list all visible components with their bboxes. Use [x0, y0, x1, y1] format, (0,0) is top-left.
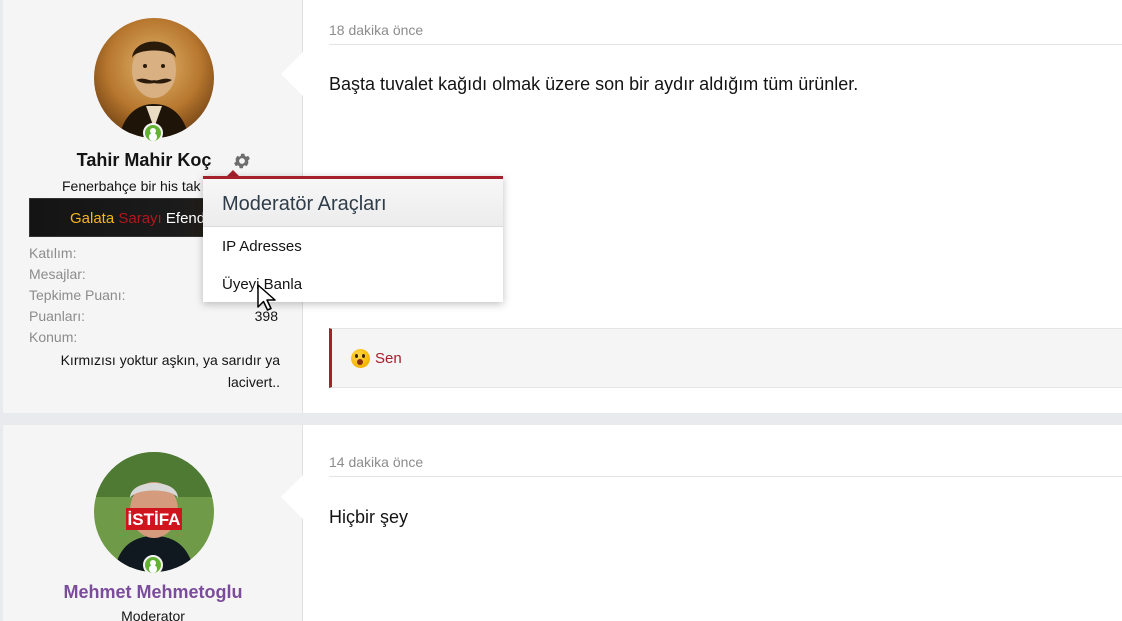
stat-label: Puanları: — [29, 308, 86, 324]
location-value[interactable]: Kırmızısı yoktur aşkın, ya sarıdır ya la… — [33, 349, 280, 393]
online-status-icon — [143, 555, 163, 575]
user-title: Moderator — [121, 608, 185, 621]
post-arrow — [281, 475, 303, 519]
post-timestamp[interactable]: 18 dakika önce — [329, 22, 423, 38]
stat-row-location: Konum: — [29, 329, 284, 350]
online-status-icon — [143, 123, 163, 143]
avatar-portrait-image — [94, 18, 214, 138]
post: Tahir Mahir Koç Fenerbahçe bir his tak G… — [3, 0, 1122, 413]
menu-header: Moderatör Araçları — [203, 179, 503, 227]
moderator-tools-menu: Moderatör Araçları IP Adresses Üyeyi Ban… — [203, 176, 503, 302]
post: İSTİFA Mehmet Mehmetoglu Moderator 14 da… — [3, 425, 1122, 621]
divider — [329, 44, 1122, 45]
mouse-cursor-icon — [257, 284, 276, 311]
stat-label: Konum: — [29, 329, 78, 345]
location-line-2: lacivert.. — [227, 374, 280, 390]
divider — [329, 476, 1122, 477]
username[interactable]: Mehmet Mehmetoglu — [3, 582, 303, 603]
banner-word-1: Galata — [70, 210, 115, 227]
menu-item-ip-addresses[interactable]: IP Adresses — [203, 227, 503, 265]
avatar-text: İSTİFA — [128, 510, 181, 529]
post-message: Hiçbir şey — [329, 507, 409, 527]
post-arrow — [281, 52, 303, 96]
avatar[interactable]: İSTİFA — [94, 452, 214, 572]
stat-row-points: Puanları: 398 — [29, 308, 284, 329]
reactions-bar[interactable]: Sen — [329, 328, 1122, 388]
reaction-user-link[interactable]: Sen — [375, 350, 402, 367]
banner-word-2: Sarayı — [118, 210, 162, 227]
post-message: Başta tuvalet kağıdı olmak üzere son bir… — [329, 74, 859, 94]
gear-icon[interactable] — [232, 151, 252, 171]
shocked-emoji-icon — [351, 349, 370, 368]
menu-item-ban-user[interactable]: Üyeyi Banla — [203, 265, 503, 303]
stat-label: Tepkime Puanı: — [29, 287, 126, 303]
location-line-1: Kırmızısı yoktur aşkın, ya sarıdır ya — [60, 352, 280, 368]
stat-label: Mesajlar: — [29, 266, 86, 282]
avatar-photo-image: İSTİFA — [94, 452, 214, 572]
post-timestamp[interactable]: 14 dakika önce — [329, 454, 423, 470]
avatar[interactable] — [94, 18, 214, 138]
banner-word-3: Efend — [165, 210, 206, 227]
user-title: Fenerbahçe bir his tak — [62, 178, 201, 194]
stat-label: Katılım: — [29, 245, 77, 261]
